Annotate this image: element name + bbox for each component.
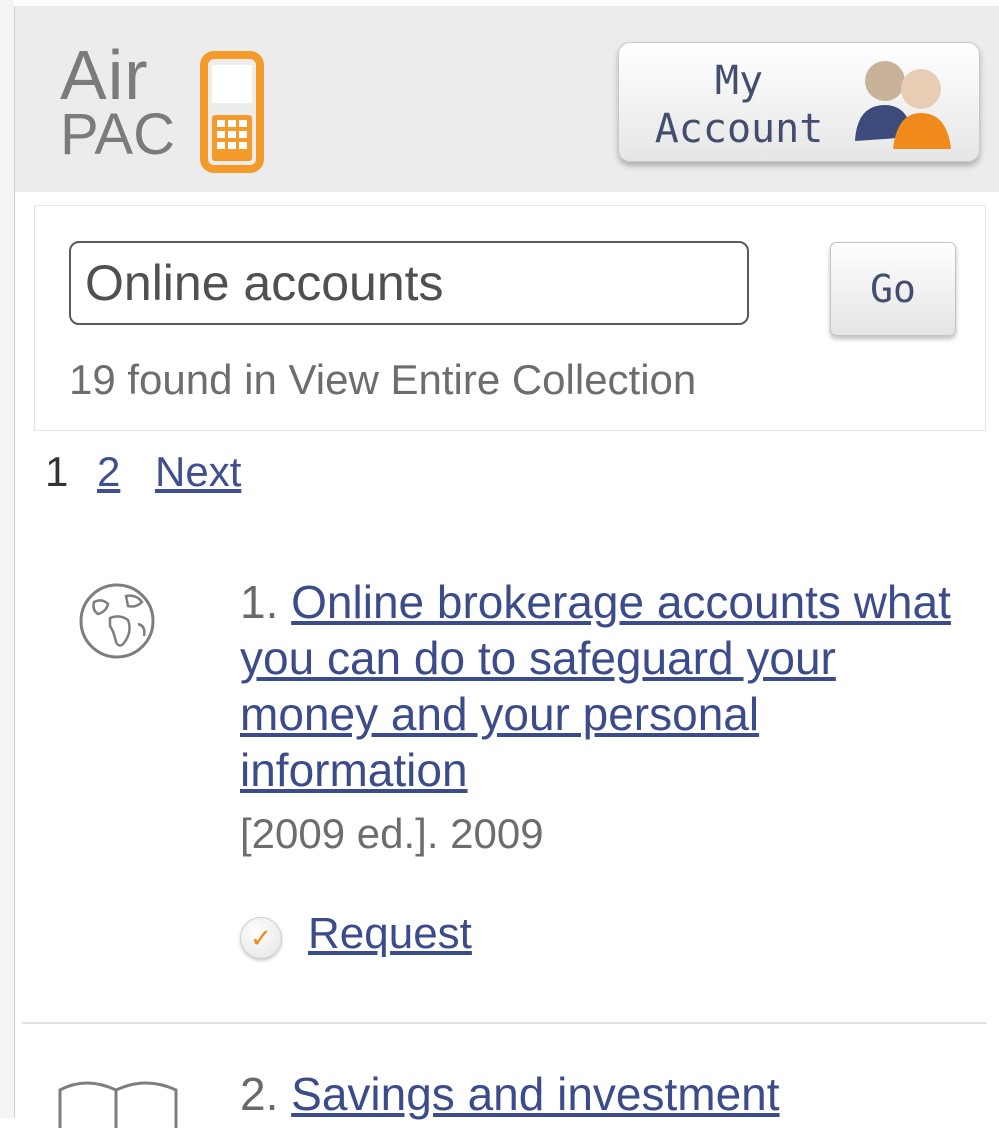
request-link[interactable]: ✓ Request [240, 906, 472, 962]
result-1-title: 1. Online brokerage accounts what you ca… [240, 574, 960, 798]
request-label: Request [308, 909, 472, 958]
my-account-button[interactable]: My Account [618, 42, 980, 162]
checkmark-icon: ✓ [240, 917, 282, 959]
page-current: 1 [45, 448, 69, 495]
result-2-title: 2. Savings and investment [240, 1066, 960, 1122]
airpac-logo[interactable]: Air PAC [60, 37, 290, 183]
search-panel: Go 19 found in View Entire Collection [34, 205, 986, 431]
my-account-label: My Account [649, 57, 829, 153]
page-2-link[interactable]: 2 [97, 448, 120, 496]
go-button[interactable]: Go [830, 242, 956, 336]
next-page-link[interactable]: Next [155, 448, 241, 496]
mobile-phone-icon [200, 51, 264, 173]
book-icon [58, 1081, 178, 1128]
globe-icon [79, 583, 155, 659]
results-count-text: 19 found in View Entire Collection [69, 356, 697, 403]
result-2-number: 2. [240, 1068, 279, 1120]
result-2-link[interactable]: Savings and investment [291, 1068, 779, 1120]
result-1-number: 1. [240, 576, 279, 628]
users-icon [855, 61, 951, 149]
logo-pac-text: PAC [60, 102, 175, 167]
header-bar: Air PAC My Account [15, 6, 999, 192]
search-input[interactable] [69, 241, 749, 325]
my-account-line1: My [714, 58, 764, 104]
result-1-link[interactable]: Online brokerage accounts what you can d… [240, 576, 951, 796]
result-divider [22, 1022, 987, 1024]
left-border [0, 0, 15, 1118]
result-1-edition: [2009 ed.]. 2009 [240, 810, 544, 857]
my-account-line2: Account [654, 106, 824, 152]
app-frame: Air PAC My Account Online accounts Go 19… [0, 0, 999, 1128]
